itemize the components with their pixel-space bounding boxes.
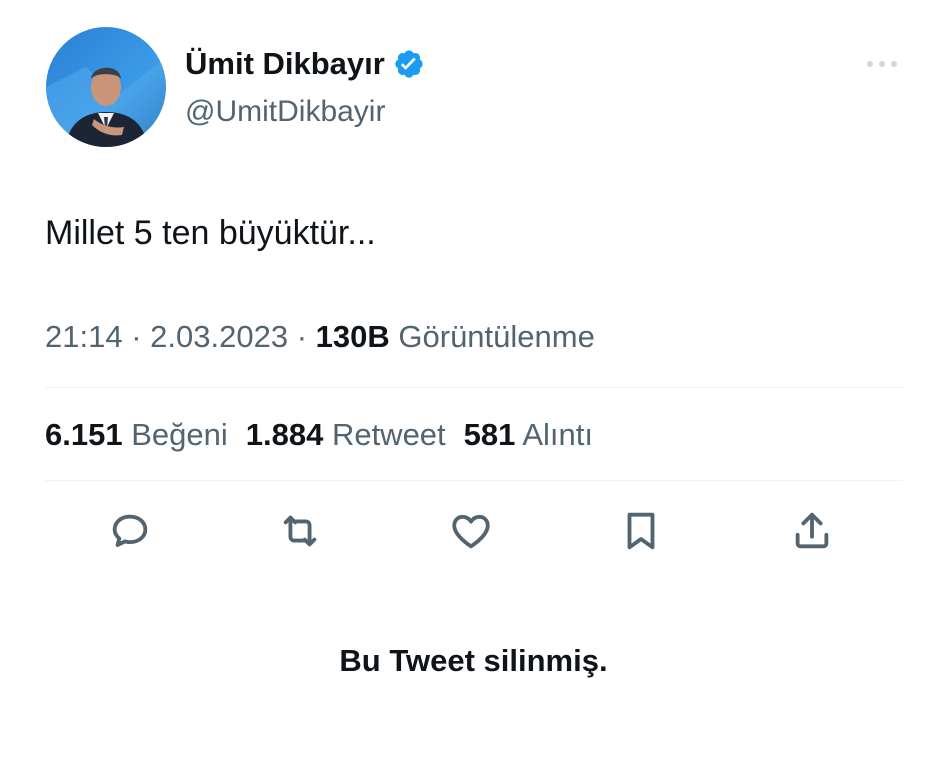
reply-icon: [112, 514, 148, 547]
action-bar: [0, 508, 947, 556]
display-name[interactable]: Ümit Dikbayır: [185, 44, 385, 84]
avatar[interactable]: [46, 27, 166, 147]
share-button[interactable]: [789, 508, 835, 554]
share-icon: [795, 512, 829, 549]
like-icon: [452, 514, 490, 549]
meta-separator: ·: [131, 319, 142, 354]
retweet-button[interactable]: [277, 508, 323, 554]
retweets-label: Retweet: [331, 417, 446, 452]
display-name-row[interactable]: Ümit Dikbayır: [185, 44, 425, 84]
likes-count: 6.151: [45, 417, 123, 452]
handle[interactable]: @UmitDikbayir: [185, 92, 385, 132]
engagement-stats: 6.151 Beğeni 1.884 Retweet 581 Alıntı: [45, 414, 593, 456]
verified-badge-icon: [393, 48, 425, 80]
views-label: Görüntülenme: [398, 319, 595, 354]
views-count: 130B: [315, 319, 390, 354]
reply-button[interactable]: [107, 508, 153, 554]
likes-label: Beğeni: [131, 417, 228, 452]
quotes-count: 581: [463, 417, 516, 452]
divider: [45, 480, 903, 481]
deleted-tweet-notice: Bu Tweet silinmiş.: [339, 643, 608, 678]
quotes-label: Alıntı: [522, 417, 593, 452]
retweets-stat[interactable]: 1.884 Retweet: [246, 414, 446, 456]
tweet-date[interactable]: 2.03.2023: [150, 319, 288, 354]
tweet-meta: 21:14 · 2.03.2023 · 130B Görüntülenme: [45, 316, 595, 358]
like-button[interactable]: [448, 508, 494, 554]
tweet-time[interactable]: 21:14: [45, 319, 123, 354]
meta-separator: ·: [296, 319, 308, 354]
quotes-stat[interactable]: 581 Alıntı: [464, 414, 593, 456]
divider: [45, 387, 903, 388]
retweet-icon: [283, 515, 317, 547]
bookmark-icon: [627, 512, 655, 550]
likes-stat[interactable]: 6.151 Beğeni: [45, 414, 228, 456]
retweets-count: 1.884: [245, 417, 324, 452]
avatar-image: [46, 27, 166, 147]
tweet-container: Ümit Dikbayır @UmitDikbayir Millet 5 ten…: [0, 0, 947, 757]
bookmark-button[interactable]: [618, 508, 664, 554]
more-options-icon[interactable]: [862, 52, 902, 76]
tweet-text: Millet 5 ten büyüktür...: [45, 214, 376, 252]
